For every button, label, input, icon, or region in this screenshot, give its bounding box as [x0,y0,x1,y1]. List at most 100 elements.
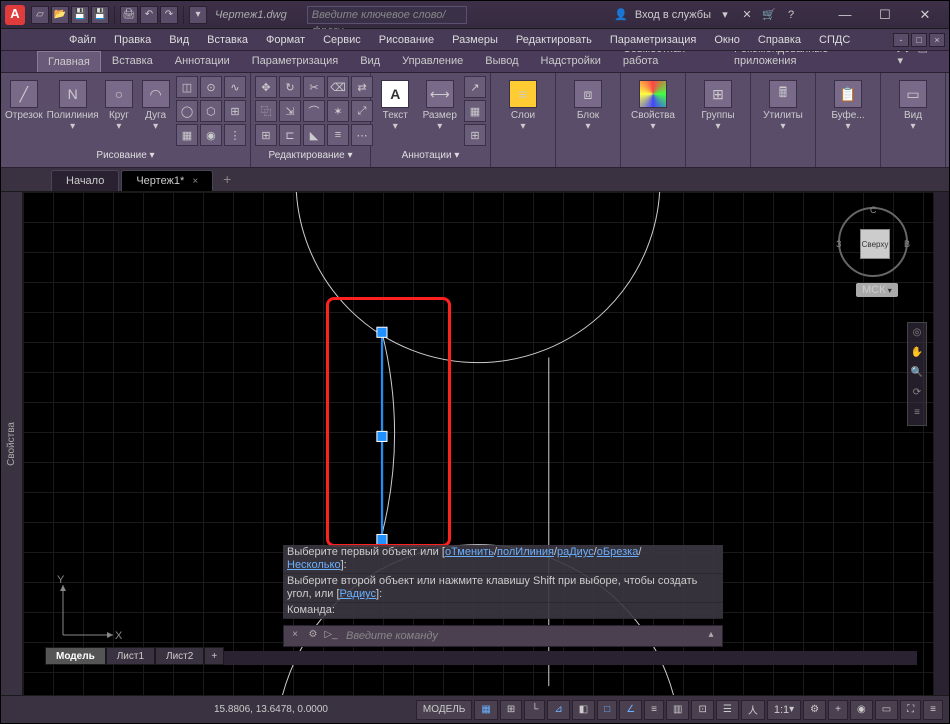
close-button[interactable]: ✕ [905,2,945,28]
draw-small-8[interactable]: ◉ [200,124,222,146]
menu-format[interactable]: Формат [258,32,313,48]
circle-button[interactable]: ○Круг [103,76,136,132]
ribbon-tab-view[interactable]: Вид [349,50,391,72]
copy-icon[interactable]: ⿻ [255,100,277,122]
doc-tab-start[interactable]: Начало [51,170,119,191]
cmdline-recent-icon[interactable]: ⚙ [306,629,320,643]
layout-tab-model[interactable]: Модель [45,647,106,665]
qat-new-icon[interactable]: ▱ [31,6,49,24]
menu-edit[interactable]: Правка [106,32,159,48]
qat-open-icon[interactable]: 📂 [51,6,69,24]
status-sc-icon[interactable]: ☰ [716,700,739,720]
ribbon-tab-addins[interactable]: Надстройки [530,50,612,72]
qat-saveas-icon[interactable]: 💾 [91,6,109,24]
status-qp-icon[interactable]: ⊡ [691,700,713,720]
edit-more-icon[interactable]: ⋯ [351,124,373,146]
ribbon-tab-insert[interactable]: Вставка [101,50,164,72]
utilities-button[interactable]: 🖩Утилиты [755,76,811,132]
status-ws-icon[interactable]: ⚙ [803,700,826,720]
offset-icon[interactable]: ⊏ [279,124,301,146]
status-iso2-icon[interactable]: ▭ [875,700,898,720]
explode-icon[interactable]: ✶ [327,100,349,122]
ribbon-tab-manage[interactable]: Управление [391,50,474,72]
array-icon[interactable]: ⊞ [255,124,277,146]
viewcube[interactable]: С Ю В З Сверху МСК ▾ [838,207,908,297]
vscrollbar[interactable] [933,192,949,695]
mdi-minimize[interactable]: - [893,33,909,47]
scale-icon[interactable]: ⤢ [351,100,373,122]
line-button[interactable]: ╱Отрезок [5,76,43,121]
properties-palette-bar[interactable]: Свойства [1,192,23,695]
doc-tab-drawing1[interactable]: Чертеж1*× [121,170,213,191]
layout-tab-add[interactable]: + [204,647,224,665]
status-hw-icon[interactable]: ◉ [850,700,873,720]
mdi-restore[interactable]: □ [911,33,927,47]
search-input[interactable]: Введите ключевое слово/фразу [307,6,467,24]
drawing-canvas[interactable] [23,192,933,695]
status-snap-icon[interactable]: ⊞ [500,700,522,720]
menu-window[interactable]: Окно [706,32,748,48]
mdi-close[interactable]: × [929,33,945,47]
status-custom-icon[interactable]: ≡ [923,700,943,720]
draw-small-4[interactable]: ◯ [176,100,198,122]
dimension-button[interactable]: ⟷Размер [420,76,461,132]
ribbon-tab-output[interactable]: Вывод [474,50,529,72]
draw-small-7[interactable]: ▦ [176,124,198,146]
chevron-down-icon[interactable]: ▾ [717,7,733,23]
cmdline-up-icon[interactable]: ▴ [704,629,718,643]
orbit-icon[interactable]: ⟳ [910,387,924,401]
status-model[interactable]: МОДЕЛЬ [416,700,472,720]
view-button[interactable]: ▭Вид [885,76,941,132]
draw-small-5[interactable]: ⬡ [200,100,222,122]
menu-modify[interactable]: Редактировать [508,32,600,48]
qat-plot-icon[interactable]: 🖨 [120,6,138,24]
groups-button[interactable]: ⊞Группы [690,76,746,132]
ribbon-tab-parametric[interactable]: Параметризация [241,50,349,72]
align-icon[interactable]: ≡ [327,124,349,146]
qat-save-icon[interactable]: 💾 [71,6,89,24]
panel-anno-title[interactable]: Аннотации [375,148,486,164]
panel-draw-title[interactable]: Рисование [5,148,246,164]
drawing-area[interactable]: С Ю В З Сверху МСК ▾ ◎ ✋ 🔍 ⟳ ≡ YX Выбери… [23,192,933,695]
erase-icon[interactable]: ⌫ [327,76,349,98]
status-polar-icon[interactable]: ⊿ [547,700,569,720]
rotate-icon[interactable]: ↻ [279,76,301,98]
status-otrack-icon[interactable]: ∠ [619,700,642,720]
block-button[interactable]: ⧈Блок [560,76,616,132]
polyline-button[interactable]: ΝПолилиния [47,76,99,132]
draw-small-1[interactable]: ◫ [176,76,198,98]
menu-insert[interactable]: Вставка [199,32,256,48]
menu-draw[interactable]: Рисование [371,32,442,48]
wheel-icon[interactable]: ◎ [910,327,924,341]
properties-button[interactable]: Свойства [625,76,681,132]
close-icon[interactable]: × [192,176,198,187]
qat-redo-icon[interactable]: ↷ [160,6,178,24]
table-icon[interactable]: ▦ [464,100,486,122]
layout-tab-sheet2[interactable]: Лист2 [155,647,204,665]
status-clean-icon[interactable]: ⛶ [900,700,921,720]
layout-tab-sheet1[interactable]: Лист1 [106,647,155,665]
zoom-icon[interactable]: 🔍 [910,367,924,381]
chamfer-icon[interactable]: ◣ [303,124,325,146]
status-am-icon[interactable]: + [828,700,848,720]
status-grid-icon[interactable]: ▦ [474,700,497,720]
status-tr-icon[interactable]: ▥ [666,700,689,720]
help-icon[interactable]: ? [783,7,799,23]
menu-help[interactable]: Справка [750,32,809,48]
qat-more-icon[interactable]: ▾ [189,6,207,24]
wcs-dropdown[interactable]: МСК ▾ [856,283,898,297]
command-line[interactable]: × ⚙ ▷_ Введите команду ▴ [283,625,723,647]
ribbon-tab-annotate[interactable]: Аннотации [164,50,241,72]
qat-undo-icon[interactable]: ↶ [140,6,158,24]
cmdline-close-icon[interactable]: × [288,629,302,643]
leader-icon[interactable]: ↗ [464,76,486,98]
showmo-icon[interactable]: ≡ [910,407,924,421]
user-icon[interactable]: 👤 [613,7,629,23]
status-iso-icon[interactable]: ◧ [572,700,595,720]
command-input[interactable]: Введите команду [342,630,700,642]
ribbon-tab-home[interactable]: Главная [37,51,101,72]
status-ortho-icon[interactable]: └ [524,700,545,720]
viewcube-top[interactable]: Сверху [860,229,890,259]
exchange-icon[interactable]: ✕ [739,7,755,23]
menu-tools[interactable]: Сервис [315,32,369,48]
